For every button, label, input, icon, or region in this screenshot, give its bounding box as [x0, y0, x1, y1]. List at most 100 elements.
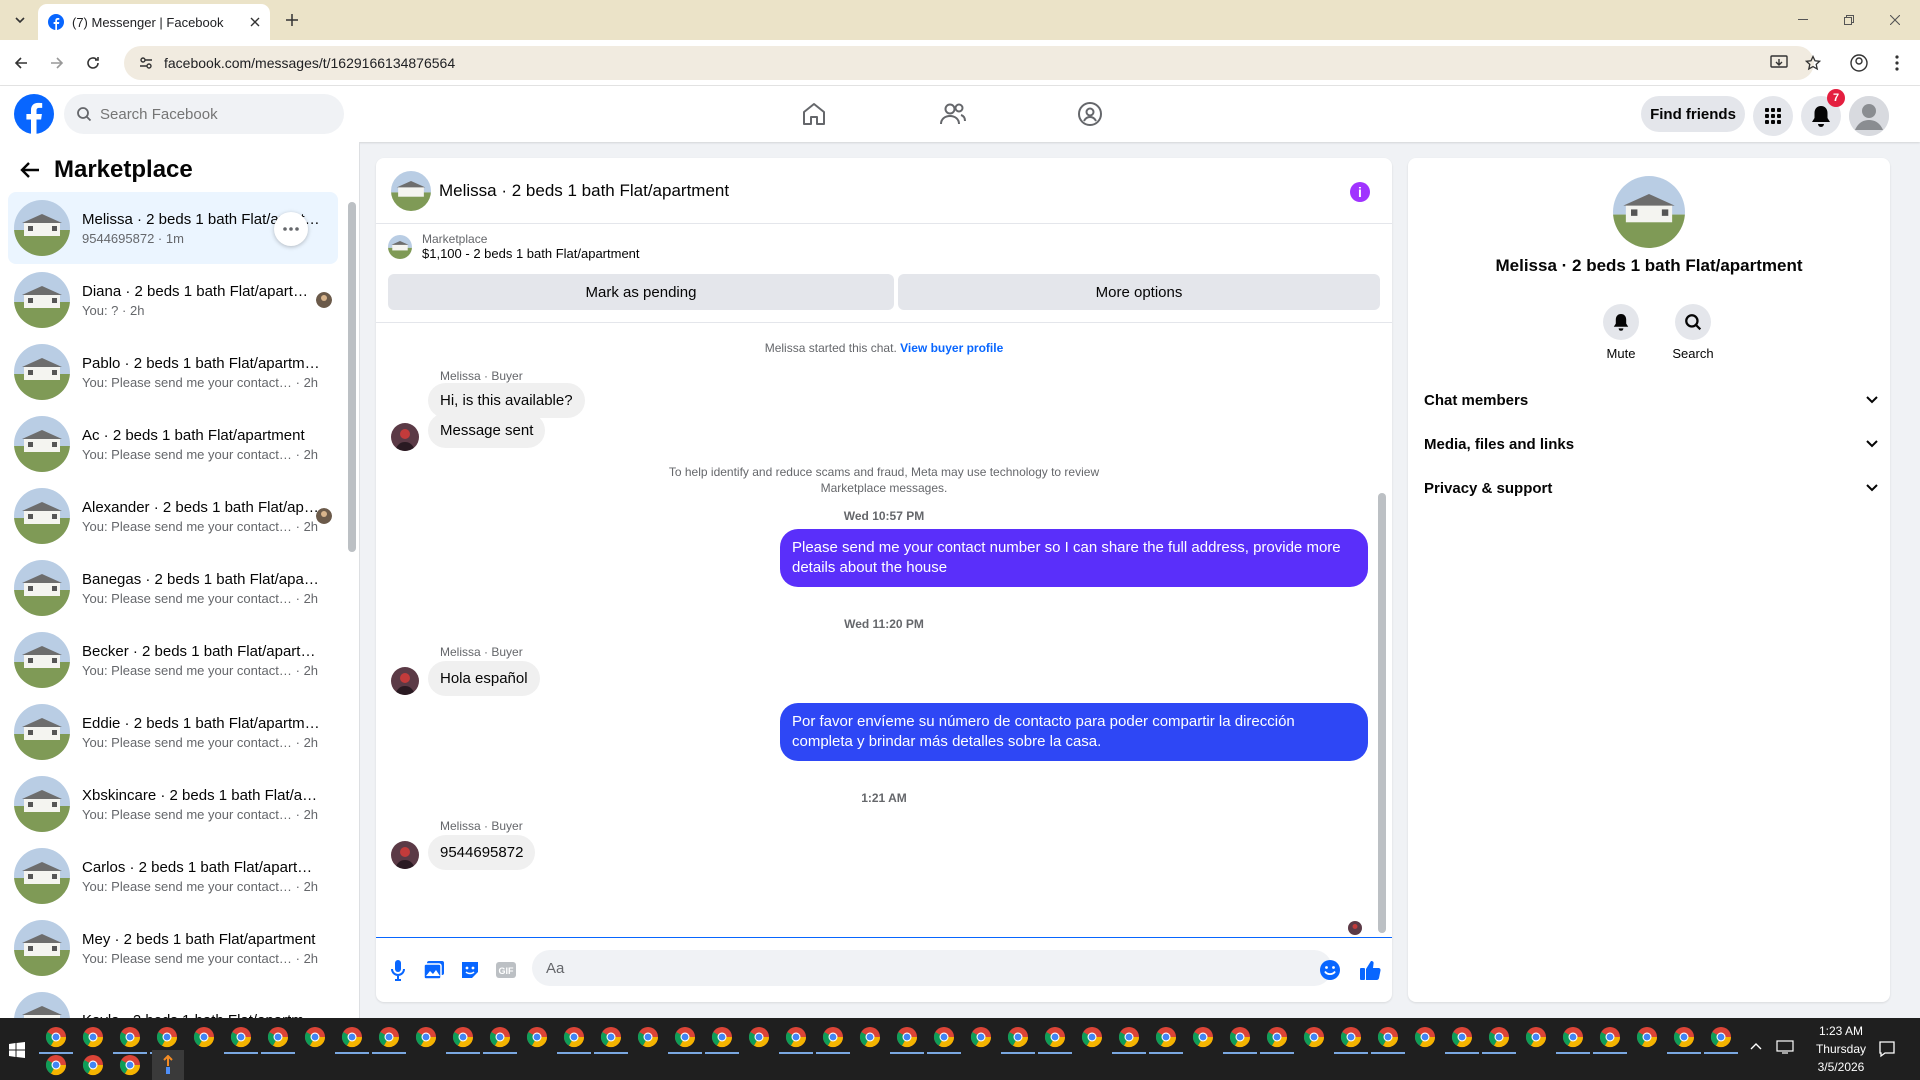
message-bubble-outgoing[interactable]: Please send me your contact number so I …: [780, 529, 1368, 587]
conversation-item[interactable]: Carlos · 2 beds 1 bath Flat/apartment You…: [8, 840, 338, 912]
restore-icon[interactable]: [1826, 0, 1872, 40]
chrome-taskbar-icon[interactable]: [927, 1026, 961, 1054]
photo-icon[interactable]: [422, 958, 446, 982]
info-icon[interactable]: i: [1350, 182, 1370, 202]
chat-members-section[interactable]: Chat members: [1424, 382, 1878, 418]
message-bubble-incoming[interactable]: 9544695872: [428, 835, 536, 870]
search-conversation-button[interactable]: Search: [1663, 304, 1723, 361]
conversation-item[interactable]: Xbskincare · 2 beds 1 bath Flat/apartmen…: [8, 768, 338, 840]
chrome-taskbar-icon[interactable]: [668, 1026, 702, 1054]
chrome-taskbar-icon[interactable]: [1223, 1026, 1257, 1054]
chrome-taskbar-icon[interactable]: [1482, 1026, 1516, 1054]
home-icon[interactable]: [798, 98, 830, 130]
marketplace-listing[interactable]: Marketplace $1,100 - 2 beds 1 bath Flat/…: [388, 232, 640, 261]
chrome-taskbar-icon[interactable]: [779, 1026, 813, 1054]
chrome-taskbar-icon[interactable]: [1260, 1026, 1294, 1054]
facebook-search[interactable]: [64, 94, 344, 134]
message-bubble-outgoing[interactable]: Por favor envíeme su número de contacto …: [780, 703, 1368, 761]
view-buyer-profile-link[interactable]: View buyer profile: [900, 341, 1003, 355]
chrome-taskbar-icon[interactable]: [890, 1026, 924, 1054]
chrome-taskbar-icon[interactable]: [594, 1026, 628, 1054]
chrome-taskbar-icon[interactable]: [970, 1026, 992, 1048]
media-files-links-section[interactable]: Media, files and links: [1424, 426, 1878, 462]
conversation-item[interactable]: Melissa · 2 beds 1 bath Flat/apartment 95…: [8, 192, 338, 264]
chrome-taskbar-icon[interactable]: [1334, 1026, 1368, 1054]
like-thumbs-up-icon[interactable]: [1358, 958, 1382, 982]
profile-icon[interactable]: [1846, 50, 1872, 76]
chrome-taskbar-icon[interactable]: [261, 1026, 295, 1054]
chrome-taskbar-icon[interactable]: [415, 1026, 437, 1048]
chrome-taskbar-icon[interactable]: [1149, 1026, 1183, 1054]
chrome-taskbar-icon[interactable]: [705, 1026, 739, 1054]
network-icon[interactable]: [1776, 1040, 1794, 1054]
chrome-taskbar-icon[interactable]: [150, 1026, 184, 1054]
chrome-taskbar-icon[interactable]: [1001, 1026, 1035, 1054]
chrome-taskbar-icon[interactable]: [637, 1026, 659, 1048]
chrome-taskbar-icon[interactable]: [1414, 1026, 1436, 1048]
chrome-taskbar-icon[interactable]: [372, 1026, 406, 1054]
browser-tab[interactable]: (7) Messenger | Facebook: [38, 4, 270, 40]
conversation-item[interactable]: Becker · 2 beds 1 bath Flat/apartment You…: [8, 624, 338, 696]
minimize-icon[interactable]: [1780, 0, 1826, 40]
active-app-taskbar-icon[interactable]: [152, 1050, 184, 1080]
chrome-taskbar-icon[interactable]: [1667, 1026, 1701, 1054]
more-options-button[interactable]: More options: [898, 274, 1380, 310]
new-tab-button[interactable]: [280, 8, 304, 32]
notification-center-icon[interactable]: [1878, 1040, 1896, 1058]
chrome-taskbar-icon[interactable]: [1081, 1026, 1103, 1048]
message-bubble-incoming[interactable]: Message sent: [428, 413, 546, 448]
conversation-item[interactable]: Alexander · 2 beds 1 bath Flat/apartment…: [8, 480, 338, 552]
chrome-taskbar-icon[interactable]: [816, 1026, 850, 1054]
chrome-taskbar-icon[interactable]: [1556, 1026, 1590, 1054]
chrome-taskbar-icon[interactable]: [39, 1026, 73, 1054]
install-app-icon[interactable]: [1766, 50, 1792, 76]
message-bubble-incoming[interactable]: Hola español: [428, 661, 540, 696]
chrome-taskbar-icon[interactable]: [1371, 1026, 1405, 1054]
thread-scrollbar[interactable]: [1378, 493, 1386, 933]
emoji-icon[interactable]: [1318, 958, 1342, 982]
conversation-item[interactable]: Eddie · 2 beds 1 bath Flat/apartment You:…: [8, 696, 338, 768]
mark-as-pending-button[interactable]: Mark as pending: [388, 274, 894, 310]
buyer-avatar[interactable]: [391, 423, 419, 451]
chrome-taskbar-icon[interactable]: [335, 1026, 369, 1054]
chrome-taskbar-icon[interactable]: [557, 1026, 591, 1054]
windows-start-icon[interactable]: [9, 1042, 25, 1058]
sidebar-scrollbar[interactable]: [348, 202, 356, 552]
buyer-avatar[interactable]: [391, 841, 419, 869]
conversation-item[interactable]: Ac · 2 beds 1 bath Flat/apartment You: Pl…: [8, 408, 338, 480]
chrome-taskbar-icon[interactable]: [1704, 1026, 1738, 1054]
site-info-icon[interactable]: [138, 55, 154, 71]
chrome-taskbar-icon[interactable]: [1112, 1026, 1146, 1054]
facebook-logo-icon[interactable]: [14, 94, 54, 134]
taskbar-clock[interactable]: 1:23 AM Thursday 3/5/2026: [1816, 1022, 1866, 1076]
more-actions-button[interactable]: [274, 212, 308, 246]
chrome-taskbar-icon[interactable]: [304, 1026, 326, 1048]
chrome-taskbar-icon[interactable]: [1525, 1026, 1547, 1048]
conversation-item[interactable]: Pablo · 2 beds 1 bath Flat/apartment You:…: [8, 336, 338, 408]
buyer-avatar[interactable]: [391, 667, 419, 695]
privacy-support-section[interactable]: Privacy & support: [1424, 470, 1878, 506]
tray-chevron-up-icon[interactable]: [1750, 1042, 1762, 1050]
back-icon[interactable]: [8, 50, 34, 76]
chrome-taskbar-icon[interactable]: [859, 1026, 881, 1048]
chrome-taskbar-icon[interactable]: [82, 1026, 104, 1048]
friends-icon[interactable]: [937, 98, 969, 130]
chat-title[interactable]: Melissa · 2 beds 1 bath Flat/apartment: [439, 181, 729, 201]
address-bar[interactable]: facebook.com/messages/t/1629166134876564: [124, 46, 1814, 80]
close-window-icon[interactable]: [1872, 0, 1918, 40]
chrome-taskbar-icon[interactable]: [224, 1026, 258, 1054]
chrome-taskbar-icon[interactable]: [748, 1026, 770, 1048]
conversation-item[interactable]: Kayla · 2 beds 1 bath Flat/apartment: [8, 984, 338, 1018]
gif-icon[interactable]: GIF: [494, 958, 518, 982]
chrome-taskbar-icon[interactable]: [1038, 1026, 1072, 1054]
chrome-taskbar-icon[interactable]: [483, 1026, 517, 1054]
close-tab-icon[interactable]: [250, 17, 260, 27]
chrome-taskbar-icon[interactable]: [193, 1026, 215, 1048]
sticker-icon[interactable]: [458, 958, 482, 982]
bookmark-star-icon[interactable]: [1800, 50, 1826, 76]
chrome-taskbar-icon[interactable]: [45, 1054, 67, 1076]
groups-icon[interactable]: [1074, 98, 1106, 130]
chrome-taskbar-icon[interactable]: [1445, 1026, 1479, 1054]
menu-grid-icon[interactable]: [1753, 96, 1793, 136]
search-input[interactable]: [100, 105, 320, 123]
